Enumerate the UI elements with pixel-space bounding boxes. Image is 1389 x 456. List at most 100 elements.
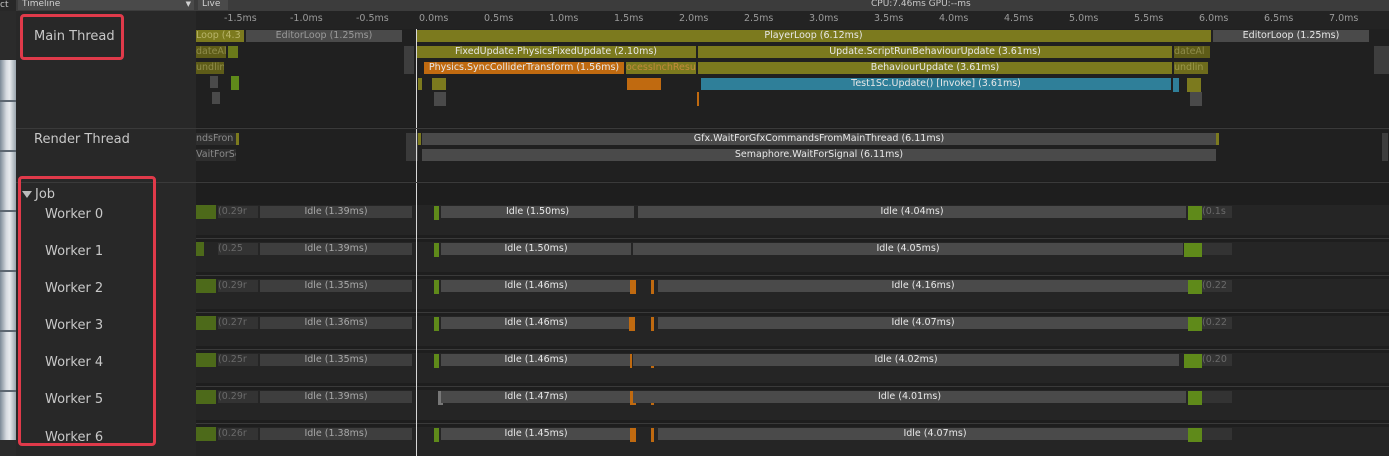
sample-mark [404, 46, 414, 74]
worker-idle-block[interactable]: Idle (1.39ms) [260, 243, 412, 255]
sample-mark [434, 206, 439, 220]
worker-idle-block[interactable]: Idle (1.35ms) [260, 280, 412, 292]
ruler-tick: 4.5ms [1004, 13, 1034, 24]
ruler-tick: 0.5ms [484, 13, 514, 24]
render-block[interactable]: Gfx.WaitForGfxCommandsFromMainThread (6.… [422, 133, 1216, 145]
main-block[interactable]: Physics.SyncColliderTransform (1.56ms) [424, 62, 624, 74]
sample-mark [1188, 317, 1202, 331]
main-block[interactable]: BehaviourUpdate (3.61ms) [698, 62, 1172, 74]
worker-idle-block[interactable]: Idle (1.45ms) [441, 428, 631, 440]
worker-block[interactable]: (0.1s [1202, 206, 1232, 218]
main-block[interactable]: ocessInchResu [626, 62, 696, 74]
worker-block[interactable] [1202, 391, 1232, 403]
sample-mark [434, 243, 439, 257]
main-block[interactable]: undlin [1174, 62, 1208, 74]
render-block[interactable]: Semaphore.WaitForSignal (6.11ms) [422, 149, 1216, 161]
job-workers-highlight [18, 176, 156, 446]
worker-idle-block[interactable]: Idle (4.05ms) [633, 243, 1183, 255]
main-block[interactable]: Loop (4.3 [196, 30, 244, 42]
worker-idle-block[interactable]: Idle (1.36ms) [260, 317, 412, 329]
frame-start-marker [416, 29, 417, 456]
sample-mark [210, 76, 218, 88]
render-block[interactable]: VaitForSe [196, 149, 236, 161]
sample-mark [418, 133, 421, 145]
main-block[interactable]: dateAl [196, 46, 226, 58]
ruler-tick: 6.0ms [1199, 13, 1229, 24]
worker-idle-block[interactable]: Idle (4.02ms) [633, 354, 1179, 366]
divider [16, 182, 1389, 183]
sample-mark [196, 353, 216, 367]
worker-idle-block[interactable]: Idle (1.47ms) [441, 391, 631, 403]
divider [196, 349, 1389, 350]
worker-block[interactable]: (0.29r [218, 206, 258, 218]
view-mode-dropdown[interactable]: Timeline ▼ [18, 0, 194, 10]
main-block[interactable]: Update.ScriptRunBehaviourUpdate (3.61ms) [698, 46, 1172, 58]
sample-mark [627, 78, 661, 90]
worker-block[interactable] [1202, 243, 1232, 255]
ruler-tick: 1.5ms [614, 13, 644, 24]
sample-mark [196, 316, 216, 330]
live-button[interactable]: Live [198, 0, 228, 10]
worker-block[interactable]: (0.29r [218, 280, 258, 292]
main-block[interactable]: FixedUpdate.PhysicsFixedUpdate (2.10ms) [416, 46, 696, 58]
render-thread-label[interactable]: Render Thread [34, 132, 130, 147]
worker-block[interactable]: (0.20 [1202, 354, 1232, 366]
worker-block[interactable]: (0.25r [218, 354, 258, 366]
worker-idle-block[interactable]: Idle (4.01ms) [633, 391, 1186, 403]
timeline-tracks[interactable]: Loop (4.3 EditorLoop (1.25ms) PlayerLoop… [196, 29, 1389, 456]
ruler-tick: 1.0ms [549, 13, 579, 24]
chevron-down-icon: ▼ [185, 0, 191, 8]
sample-mark [1184, 243, 1202, 257]
main-block[interactable]: EditorLoop (1.25ms) [246, 30, 402, 42]
main-block[interactable]: Test1SC.Update() [Invoke] (3.61ms) [701, 78, 1171, 90]
worker-block[interactable]: (0.22 [1202, 317, 1232, 329]
divider [196, 423, 1389, 424]
ruler-tick: 3.5ms [874, 13, 904, 24]
worker-idle-block[interactable]: Idle (4.07ms) [658, 428, 1212, 440]
worker-idle-block[interactable]: Idle (1.35ms) [260, 354, 412, 366]
worker-idle-block[interactable]: Idle (1.46ms) [441, 354, 631, 366]
sample-mark [196, 427, 216, 441]
main-block[interactable]: undlin [196, 62, 224, 74]
sample-mark [651, 280, 654, 294]
sample-mark [228, 46, 238, 58]
worker-block[interactable]: (0.27r [218, 317, 258, 329]
worker-block[interactable] [1202, 428, 1232, 440]
sample-mark [418, 78, 422, 90]
main-block[interactable]: PlayerLoop (6.12ms) [416, 30, 1211, 42]
worker-block[interactable]: (0.25 [218, 243, 258, 255]
sample-mark [434, 317, 439, 331]
worker-idle-block[interactable]: Idle (1.39ms) [260, 206, 412, 218]
main-block[interactable]: EditorLoop (1.25ms) [1213, 30, 1369, 42]
sample-mark [697, 92, 699, 106]
divider [16, 128, 1389, 129]
ruler-tick: 7.0ms [1329, 13, 1359, 24]
profiler-toolbar: Timeline ▼ Live CPU:7.46ms GPU:--ms [16, 0, 1389, 11]
worker-idle-block[interactable]: Idle (4.16ms) [658, 280, 1188, 292]
time-ruler[interactable]: -1.5ms -1.0ms -0.5ms 0.0ms 0.5ms 1.0ms 1… [196, 11, 1389, 29]
worker-idle-block[interactable]: Idle (4.07ms) [658, 317, 1188, 329]
ruler-tick: -1.5ms [224, 13, 257, 24]
worker-block[interactable]: (0.26r [218, 428, 258, 440]
sample-mark [1216, 133, 1219, 145]
sample-mark [231, 76, 239, 90]
worker-idle-block[interactable]: Idle (4.04ms) [638, 206, 1186, 218]
main-thread-highlight [20, 14, 124, 60]
sample-mark [236, 133, 239, 145]
sample-mark [1382, 133, 1388, 161]
render-block[interactable]: ndsFron [196, 133, 236, 145]
sample-mark [630, 428, 636, 442]
sample-mark [630, 354, 632, 368]
sample-mark [1187, 78, 1201, 92]
worker-idle-block[interactable]: Idle (1.39ms) [260, 391, 412, 403]
worker-idle-block[interactable]: Idle (1.38ms) [260, 428, 412, 440]
worker-block[interactable]: (0.22 [1202, 280, 1232, 292]
worker-idle-block[interactable]: Idle (1.50ms) [441, 243, 631, 255]
main-block[interactable]: dateAl [1174, 46, 1210, 58]
worker-idle-block[interactable]: Idle (1.46ms) [441, 317, 631, 329]
worker-block[interactable]: (0.29r [218, 391, 258, 403]
ruler-tick: 2.5ms [744, 13, 774, 24]
worker-idle-block[interactable]: Idle (1.46ms) [441, 280, 631, 292]
ruler-tick: 0.0ms [419, 13, 449, 24]
worker-idle-block[interactable]: Idle (1.50ms) [441, 206, 634, 218]
